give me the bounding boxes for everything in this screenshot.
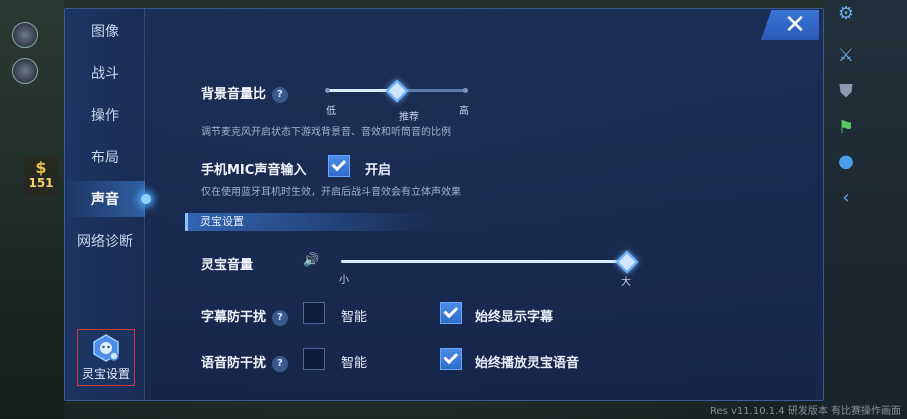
mic-input-label: 手机MIC声音输入	[201, 163, 307, 178]
gold-amount: 151	[28, 176, 54, 190]
help-icon[interactable]: ?	[268, 352, 292, 375]
voice-smart-checkbox[interactable]	[303, 348, 325, 370]
version-text: Res v11.10.1.4 研发版本 有比赛操作画面	[709, 406, 901, 417]
subtitle-smart-label: 智能	[341, 310, 368, 325]
nav-item-layout[interactable]: 布局	[65, 139, 145, 175]
chevron-left-icon: ‹	[842, 186, 850, 208]
mic-input-option-label: 开启	[365, 163, 392, 178]
help-icon[interactable]: ?	[268, 306, 292, 329]
settings-sidebar: 图像 战斗 操作 布局 声音 网络诊断 灵宝设置	[65, 9, 151, 400]
pet-settings-label: 灵宝设置	[81, 367, 130, 381]
nav-item-network-diagnosis[interactable]: 网络诊断	[65, 223, 145, 259]
voice-interference-label: 语音防干扰	[201, 356, 267, 371]
nav-item-controls[interactable]: 操作	[65, 97, 145, 133]
pet-volume-slider[interactable]	[341, 260, 627, 263]
bg-volume-tick-low	[325, 88, 330, 93]
pet-volume-max-label: 大	[621, 277, 631, 288]
bg-volume-low-label: 低	[326, 106, 336, 117]
voice-always-label: 始终播放灵宝语音	[475, 356, 580, 371]
bg-volume-recommended-label: 推荐	[399, 112, 419, 123]
voice-smart-label: 智能	[341, 356, 368, 371]
bg-volume-row: 背景音量比?	[201, 83, 292, 106]
pet-volume-thumb[interactable]	[615, 250, 639, 274]
pet-volume-min-label: 小	[339, 275, 349, 286]
mic-input-checkbox[interactable]	[328, 155, 350, 177]
bg-volume-high-label: 高	[459, 106, 469, 117]
subtitle-always-checkbox[interactable]	[440, 302, 462, 324]
nav-item-combat[interactable]: 战斗	[65, 55, 145, 91]
bg-volume-tick-high	[463, 88, 468, 93]
flag-icon: ⚑	[837, 116, 855, 138]
pet-section-header: 灵宝设置	[185, 213, 435, 231]
pet-gear-icon	[93, 334, 119, 362]
speaker-icon: 🔊	[303, 253, 320, 268]
gold-counter: $ 151	[24, 155, 58, 197]
ally-avatar-icon	[12, 58, 38, 84]
game-background-right	[819, 0, 907, 419]
subtitle-always-label: 始终显示字幕	[475, 310, 554, 325]
pet-volume-label: 灵宝音量	[201, 258, 254, 273]
gear-icon: ⚙	[837, 2, 855, 24]
game-background-top	[64, 0, 824, 8]
chat-icon: ●	[838, 150, 854, 172]
bg-volume-label: 背景音量比	[201, 87, 267, 102]
pet-volume-fill	[341, 260, 627, 263]
bg-volume-thumb[interactable]	[385, 79, 409, 103]
bg-volume-hint: 调节麦克风开启状态下游戏背景音、音效和听筒音的比例	[201, 127, 451, 138]
voice-interference-row: 语音防干扰?	[201, 352, 292, 375]
subtitle-interference-row: 字幕防干扰?	[201, 306, 292, 329]
nav-item-graphics[interactable]: 图像	[65, 13, 145, 49]
nav-item-sound[interactable]: 声音	[65, 181, 151, 217]
hero-avatar-icon	[12, 22, 38, 48]
settings-panel: 图像 战斗 操作 布局 声音 网络诊断 灵宝设置 ✕ 背景音量比? 低 推荐 高…	[64, 8, 824, 401]
subtitle-smart-checkbox[interactable]	[303, 302, 325, 324]
sound-settings-content: 背景音量比? 低 推荐 高 调节麦克风开启状态下游戏背景音、音效和听筒音的比例 …	[145, 9, 825, 400]
money-bag-icon: $	[35, 158, 47, 177]
help-icon[interactable]: ?	[268, 83, 292, 106]
shield-icon: ⛊	[839, 80, 853, 102]
subtitle-interference-label: 字幕防干扰	[201, 310, 267, 325]
voice-always-checkbox[interactable]	[440, 348, 462, 370]
sword-icon: ⚔	[837, 44, 855, 66]
pet-settings-button[interactable]: 灵宝设置	[77, 329, 135, 386]
mic-input-hint: 仅在使用蓝牙耳机时生效，开启后战斗音效会有立体声效果	[201, 187, 461, 198]
